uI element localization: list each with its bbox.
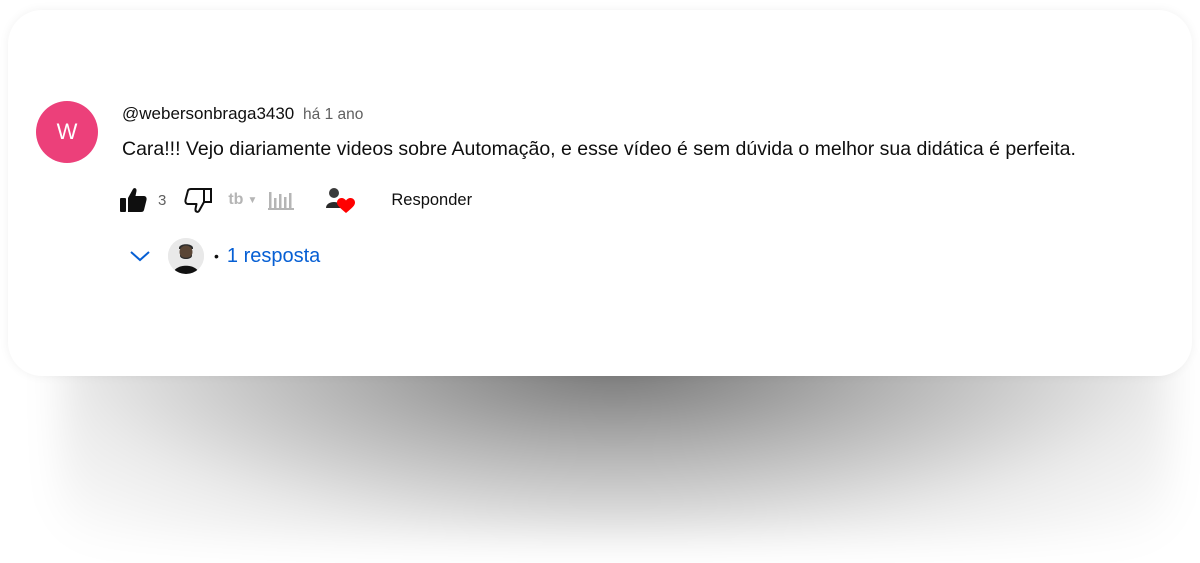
like-button[interactable]: [118, 186, 148, 214]
dislike-button[interactable]: [184, 186, 214, 214]
comment-author[interactable]: @webersonbraga3430: [122, 104, 294, 123]
replies-toggle[interactable]: • 1 resposta: [128, 236, 320, 276]
creator-heart-badge[interactable]: [323, 184, 357, 216]
thumbs-down-icon: [184, 188, 213, 213]
comment-text: Cara!!! Vejo diariamente videos sobre Au…: [122, 138, 1076, 160]
bar-chart-icon: [268, 192, 295, 210]
tb-label: tb: [228, 191, 244, 208]
comment-timestamp[interactable]: há 1 ano: [303, 106, 363, 123]
comment-header: @webersonbraga3430 há 1 ano: [122, 104, 363, 124]
view-replies-link[interactable]: 1 resposta: [227, 245, 320, 268]
reply-author-avatar: [168, 238, 204, 274]
like-count: 3: [158, 191, 167, 209]
reply-button[interactable]: Responder: [391, 191, 472, 210]
tb-extension-button[interactable]: tb ▼: [228, 191, 257, 209]
avatar-letter: W: [56, 119, 78, 144]
person-silhouette-icon: [168, 238, 204, 274]
chevron-down-icon: [130, 251, 150, 262]
thumbs-up-filled-icon: [120, 188, 147, 212]
commenter-avatar[interactable]: W: [36, 101, 98, 163]
screenshot-stage: W @webersonbraga3430 há 1 ano Cara!!! Ve…: [0, 0, 1200, 563]
separator-dot: •: [214, 248, 219, 264]
stats-button[interactable]: [267, 189, 295, 211]
comment-actions: 3 tb ▼ Responder: [118, 184, 472, 216]
caret-down-icon: ▼: [247, 194, 258, 206]
heart-icon: [337, 198, 356, 213]
